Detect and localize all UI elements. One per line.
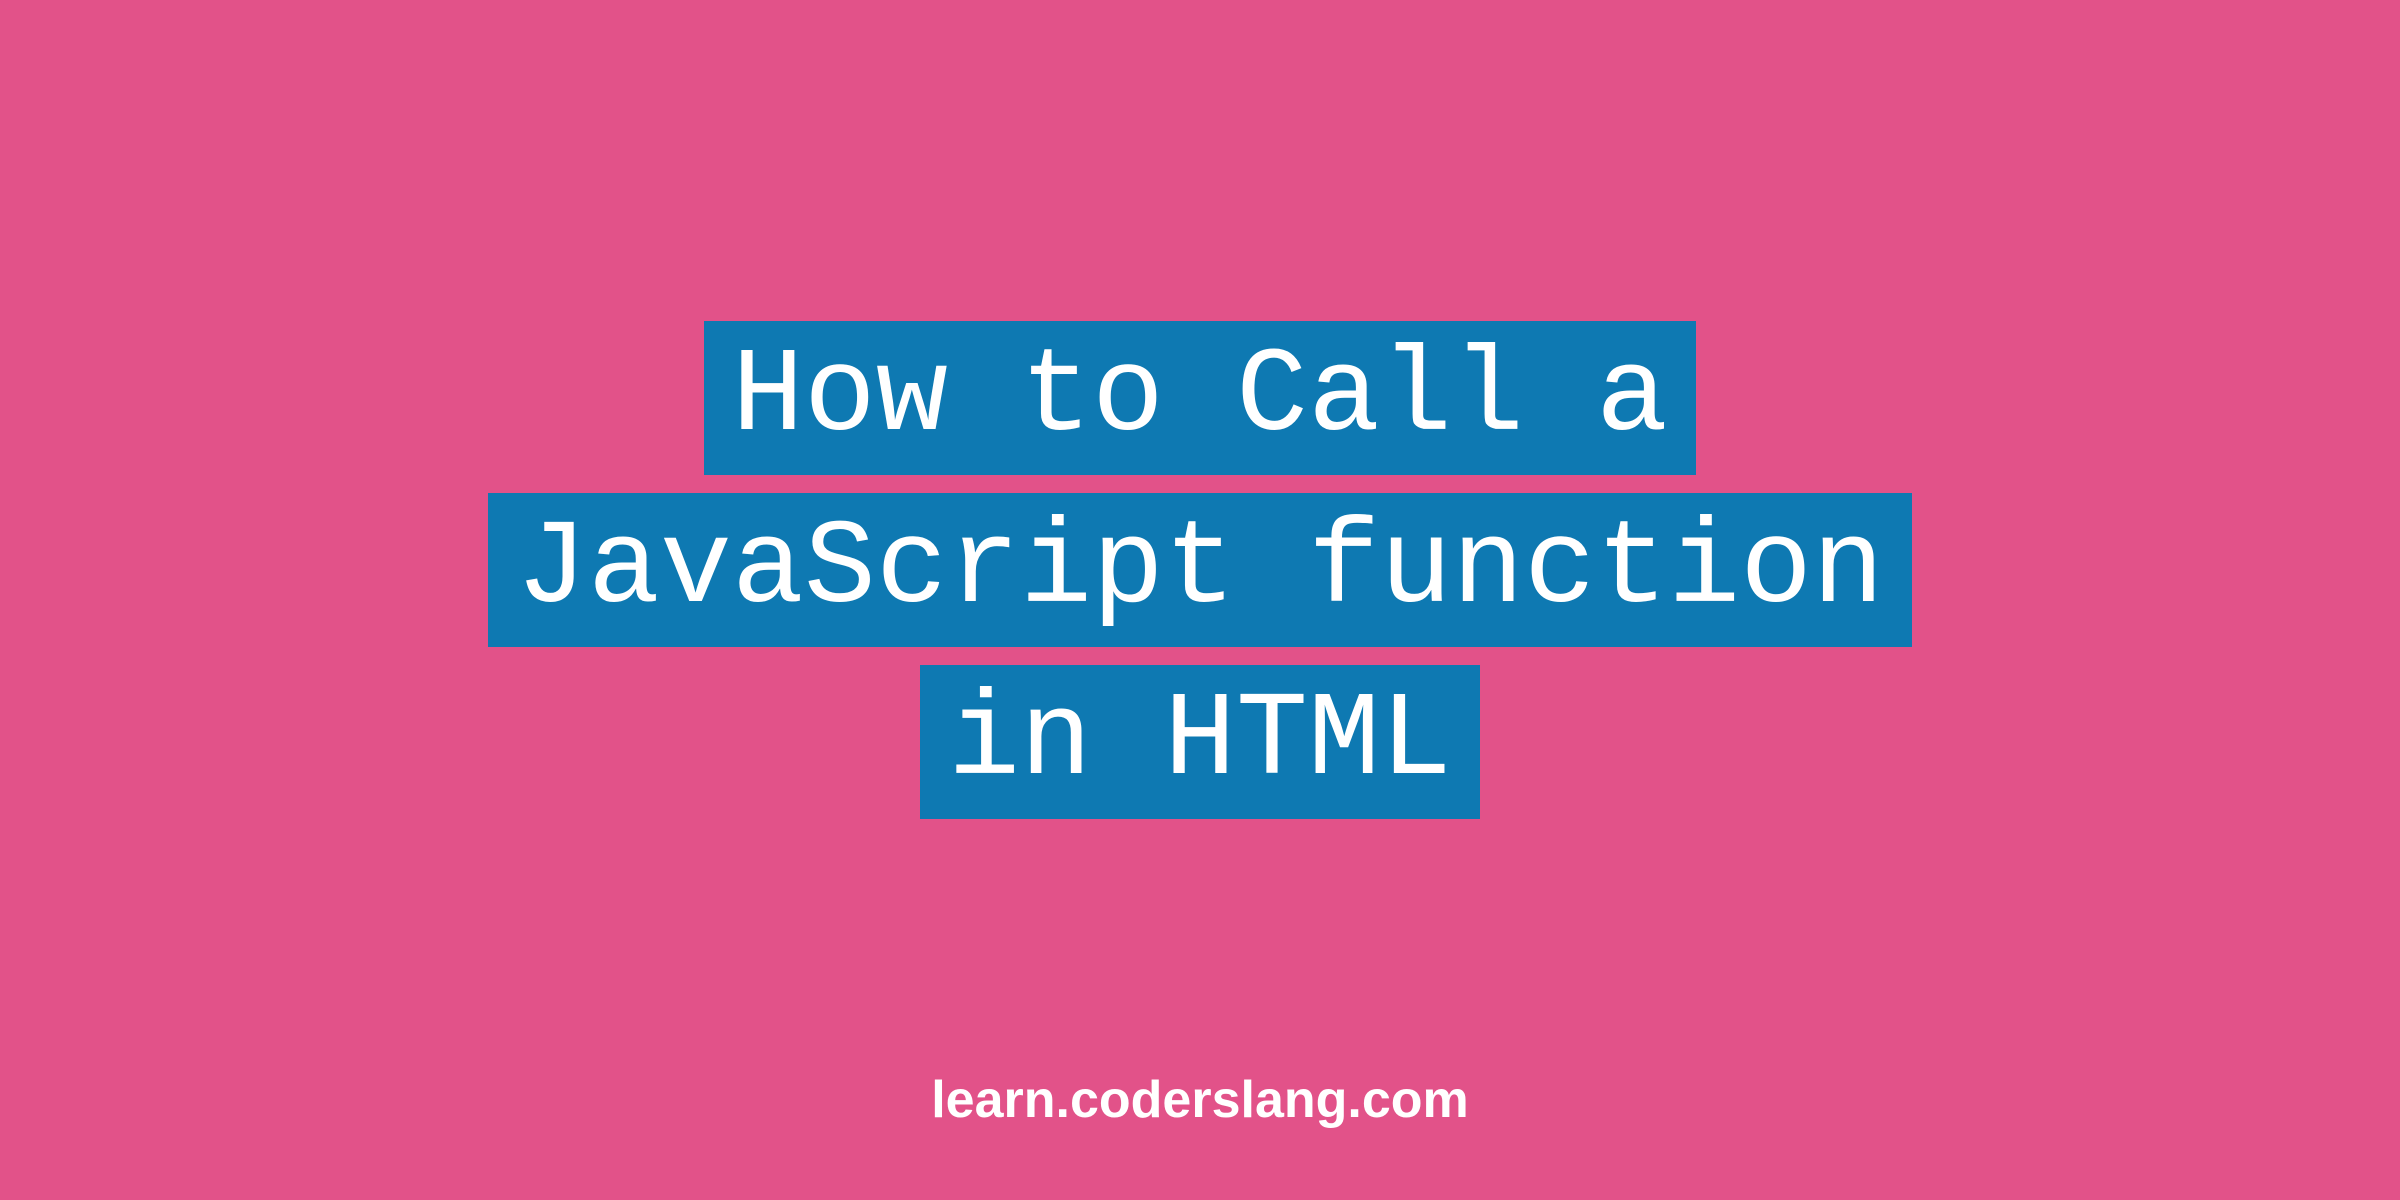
title-line-1: How to Call a <box>704 321 1696 475</box>
title-line-3: in HTML <box>920 665 1480 819</box>
footer-url: learn.coderslang.com <box>931 1070 1469 1130</box>
page-title: How to Call a JavaScript function in HTM… <box>488 321 1912 819</box>
title-line-2: JavaScript function <box>488 493 1912 647</box>
